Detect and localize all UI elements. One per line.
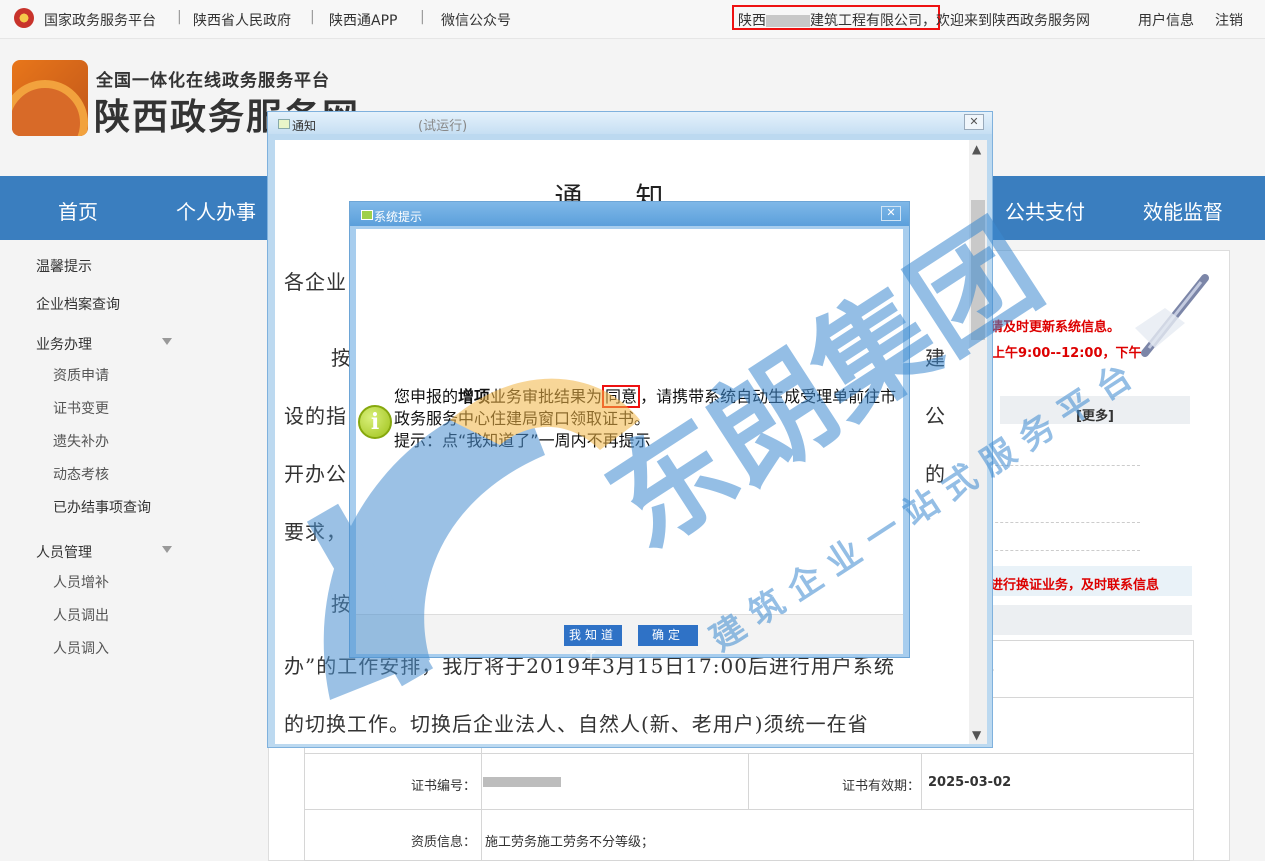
dialog-hint: 提示：点“我知道了”一周内不再提示 (394, 431, 651, 450)
sidebar-item-business[interactable]: 业务办理 (36, 334, 176, 354)
site-logo-icon (12, 60, 88, 136)
more-link[interactable]: [更多] (1076, 405, 1114, 424)
notice-red-3: 进行换证业务，及时联系信息 (990, 578, 1160, 593)
dialog-title-bar[interactable]: 系统提示 ✕ (350, 202, 909, 226)
top-bar: 国家政务服务平台 | 陕西省人民政府 | 陕西通APP | 微信公众号 陕西 建筑… (0, 0, 1265, 39)
dialog-title: 系统提示 (374, 210, 423, 224)
sidebar-item-transfer-in[interactable]: 人员调入 (53, 638, 109, 658)
sidebar-item-transfer-out[interactable]: 人员调出 (53, 605, 109, 625)
redacted-block (483, 777, 561, 787)
window-icon (361, 210, 373, 220)
company-suffix: 建筑工程有限公司 (810, 13, 922, 29)
nav-efficiency[interactable]: 效能监督 (1143, 196, 1223, 225)
system-dialog: 系统提示 ✕ i 您申报的增项业务审批结果为 同意 ，请携带系统自动生成受理单前往市… (349, 201, 910, 663)
nav-home[interactable]: 首页 (58, 196, 98, 225)
notice-line: 的 (925, 462, 946, 486)
nav-public-payment[interactable]: 公共支付 (1005, 196, 1085, 225)
dialog-body: i 您申报的增项业务审批结果为 同意 ，请携带系统自动生成受理单前往市政务服务中心住… (356, 229, 903, 614)
sidebar-item-label: 业务办理 (36, 337, 92, 353)
user-info-link[interactable]: 用户信息 (1138, 10, 1194, 30)
link-wechat[interactable]: 微信公众号 (441, 10, 511, 30)
divider: | (310, 9, 315, 25)
cert-valid-label: 证书有效期： (842, 779, 921, 794)
divider (985, 465, 1140, 466)
table-header (985, 605, 1192, 635)
sidebar-item-assessment[interactable]: 动态考核 (53, 464, 109, 484)
scroll-up-icon[interactable]: ▲ (972, 142, 981, 156)
message-text: 业务审批结果为 (490, 387, 603, 406)
message-text: 您申报的 (394, 387, 459, 406)
notice-scrollbar[interactable]: ▲ ▼ (969, 140, 987, 744)
scroll-down-icon[interactable]: ▼ (972, 728, 981, 742)
sidebar-item-qualification[interactable]: 资质申请 (53, 365, 109, 385)
chevron-down-icon (162, 338, 172, 345)
i-know-button[interactable]: 我知道了 (564, 625, 622, 663)
divider: | (420, 9, 425, 25)
sidebar-item-tips[interactable]: 温馨提示 (36, 256, 92, 276)
company-name: 陕西 建筑工程有限公司，欢迎来到陕西政务服务网 (738, 10, 1090, 30)
sidebar-item-reissue[interactable]: 遗失补办 (53, 431, 109, 451)
cert-no-label: 证书编号： (411, 779, 477, 794)
info-icon: i (358, 405, 392, 439)
close-icon[interactable]: ✕ (881, 206, 901, 221)
notice-title: 通知 (292, 119, 317, 133)
notice-line: 设的指 (284, 404, 347, 428)
ok-button[interactable]: 确定 (638, 625, 698, 646)
sidebar-item-archive[interactable]: 企业档案查询 (36, 294, 120, 314)
company-prefix: 陕西 (738, 13, 766, 29)
logout-link[interactable]: 注销 (1215, 10, 1243, 30)
link-shaanxi-app[interactable]: 陕西通APP (329, 10, 397, 30)
cert-no-value (483, 776, 561, 791)
qual-value: 施工劳务施工劳务不分等级； (485, 835, 655, 850)
dialog-message: 您申报的增项业务审批结果为 同意 ，请携带系统自动生成受理单前往市政务服务中心住建局… (394, 385, 904, 452)
notice-line: 建 (925, 346, 946, 370)
dialog-footer: 我知道了 确定 (356, 614, 903, 663)
sidebar-item-add-person[interactable]: 人员增补 (53, 572, 109, 592)
notice-line: 各企业 (284, 270, 347, 294)
chevron-down-icon (162, 546, 172, 553)
qual-label: 资质信息： (411, 835, 477, 850)
cert-valid-value: 2025-03-02 (928, 775, 1012, 790)
notice-line: 公 (925, 404, 946, 428)
sidebar-item-completed[interactable]: 已办结事项查询 (53, 497, 151, 517)
redacted-block (766, 15, 810, 27)
welcome-text: ，欢迎来到陕西政务服务网 (922, 13, 1090, 29)
trial-label: (试运行) (418, 119, 468, 134)
divider (985, 550, 1140, 551)
notice-line: 的切换工作。切换后企业法人、自然人(新、老用户)须统一在省 (284, 712, 869, 736)
notice-red-2: 上午9:00--12:00，下午 (992, 346, 1142, 361)
scroll-thumb[interactable] (971, 200, 985, 340)
notice-title-bar[interactable]: 通知 (试运行) ✕ (268, 112, 992, 134)
sidebar-item-cert-change[interactable]: 证书变更 (53, 398, 109, 418)
message-bold: 增项 (458, 387, 491, 406)
window-icon (278, 119, 290, 129)
notice-line: 开办公 (284, 462, 347, 486)
notice-red-1: 请及时更新系统信息。 (990, 320, 1121, 335)
national-emblem-icon (14, 8, 34, 28)
sidebar-item-personnel[interactable]: 人员管理 (36, 542, 176, 562)
sidebar-item-label: 人员管理 (36, 545, 92, 561)
approval-result: 同意 (602, 385, 641, 408)
notice-line: 要求， (284, 520, 347, 544)
divider (985, 522, 1140, 523)
link-national-platform[interactable]: 国家政务服务平台 (44, 10, 156, 30)
link-shaanxi-government[interactable]: 陕西省人民政府 (193, 10, 291, 30)
nav-personal[interactable]: 个人办事 (176, 196, 256, 225)
close-icon[interactable]: ✕ (964, 114, 984, 130)
divider: | (177, 9, 182, 25)
sidebar: 温馨提示 企业档案查询 业务办理 资质申请 证书变更 遗失补办 动态考核 已办结… (0, 240, 245, 859)
